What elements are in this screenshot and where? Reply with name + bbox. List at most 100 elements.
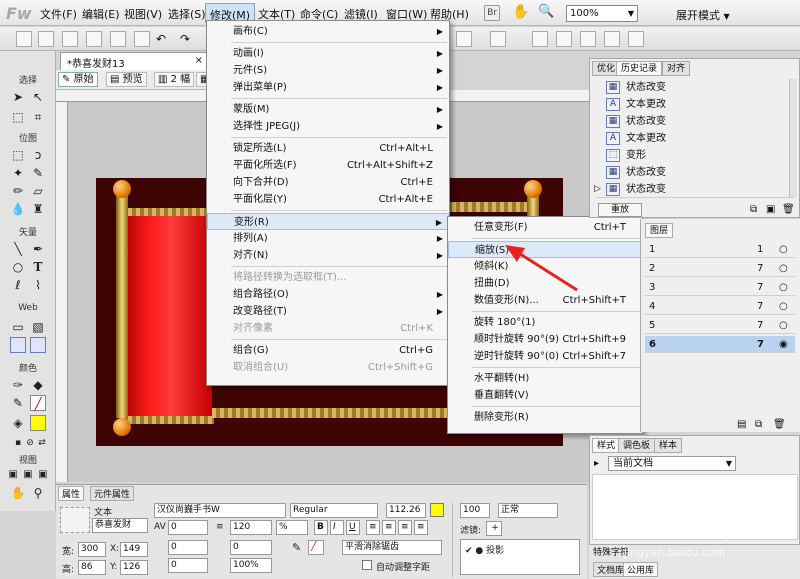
rectangle-icon[interactable]: ○ (10, 259, 26, 275)
menu-item[interactable]: 改变路径(T) ▶ (207, 303, 449, 320)
menu-item[interactable]: 旋转 180°(1) (448, 314, 642, 331)
y-field[interactable]: 126 (120, 560, 148, 575)
blend-mode-select[interactable]: 正常 (498, 503, 558, 518)
freeform-icon[interactable]: ℓ (10, 277, 26, 293)
italic-button[interactable]: I (330, 520, 344, 535)
align-left-icon[interactable]: ≡ (366, 520, 380, 535)
history-item[interactable]: ▦ 状态改变 (604, 79, 788, 96)
eraser-icon[interactable]: ▱ (30, 183, 46, 199)
history-item[interactable]: ▦ 状态改变 (604, 181, 788, 198)
indent-field[interactable]: 0 (168, 540, 208, 555)
view-original-button[interactable]: ✎ 原始 (58, 72, 98, 87)
text-tool-icon[interactable]: T (30, 259, 46, 275)
clear-history-icon[interactable]: 🗑 (782, 204, 795, 215)
ungroup-icon[interactable] (556, 31, 572, 47)
tab-symbol-properties[interactable]: 元件属性 (90, 486, 135, 501)
zoom-icon[interactable]: 🔍 (538, 5, 554, 21)
view-preview-button[interactable]: ▤ 预览 (106, 72, 147, 87)
group-icon[interactable] (532, 31, 548, 47)
open-icon[interactable] (38, 31, 54, 47)
show-slices-icon[interactable] (30, 337, 46, 353)
menu-item[interactable]: 垂直翻转(V) (448, 387, 642, 404)
menu-item[interactable]: 编辑(E) (82, 6, 120, 22)
menu-item[interactable]: 删除变形(R) (448, 409, 642, 426)
menu-item[interactable]: 对齐(N) ▶ (207, 247, 449, 264)
kerning-field[interactable]: 0 (168, 520, 208, 535)
stroke-swatch[interactable]: ╱ (308, 540, 324, 555)
text-color-swatch[interactable] (430, 503, 444, 517)
duplicate-layer-icon[interactable]: ⧉ (755, 419, 762, 430)
tab-history[interactable]: 历史记录 (616, 61, 663, 76)
bridge-icon[interactable]: Br (484, 5, 500, 21)
brush-icon[interactable]: ✎ (30, 165, 46, 181)
hotspot-icon[interactable]: ▭ (10, 319, 26, 335)
history-item[interactable]: ▦ 状态改变 (604, 164, 788, 181)
opacity-field[interactable]: 100 (460, 503, 490, 518)
standard-screen-icon[interactable]: ▣ (6, 467, 20, 483)
menu-item[interactable]: 排列(A) ▶ (207, 230, 449, 247)
menu-item[interactable]: 选择性 JPEG(J) ▶ (207, 118, 449, 135)
import-icon[interactable] (86, 31, 102, 47)
menu-item[interactable]: 元件(S) ▶ (207, 62, 449, 79)
auto-kern-checkbox[interactable] (362, 560, 372, 570)
undo-icon[interactable]: ↶ (156, 31, 172, 47)
blur-icon[interactable]: 💧 (10, 201, 26, 217)
swap-colors-icon[interactable]: ⇄ (34, 435, 50, 451)
knife-icon[interactable]: ⌇ (30, 277, 46, 293)
antialias-select[interactable]: 平滑消除锯齿 (342, 540, 442, 555)
redo-icon[interactable]: ↷ (180, 31, 196, 47)
menu-item[interactable]: 变形(R) ▶ (207, 213, 449, 230)
menu-item[interactable]: 画布(C) ▶ (207, 23, 449, 40)
filter-item[interactable]: ✔ ● 投影 (465, 543, 504, 556)
menu-item[interactable]: 逆时针旋转 90°(0) Ctrl+Shift+7 (448, 348, 642, 365)
font-size-field[interactable]: 112.26 (386, 503, 426, 518)
tab-properties[interactable]: 属性 (58, 486, 85, 501)
align-icon[interactable] (456, 31, 472, 47)
menu-item[interactable]: 组合路径(O) ▶ (207, 286, 449, 303)
hand-tool-icon[interactable]: ✋ (10, 485, 26, 501)
add-filter-button[interactable]: + (486, 521, 502, 536)
menu-item[interactable]: 视图(V) (124, 6, 162, 22)
object-name-field[interactable]: 恭喜发财 (92, 518, 148, 533)
workspace-switcher[interactable]: 展开模式 ▼ (676, 7, 730, 23)
fill-color-swatch[interactable] (30, 415, 46, 431)
menu-item[interactable]: 向下合并(D) Ctrl+E (207, 174, 449, 191)
pointer-icon[interactable]: ➤ (10, 89, 26, 105)
tab-common-library[interactable]: 公用库 (623, 562, 659, 577)
full-screen-menus-icon[interactable]: ▣ (21, 467, 35, 483)
new-document-icon[interactable] (16, 31, 32, 47)
baseline-field[interactable]: 0 (168, 558, 208, 573)
leading-unit-select[interactable]: % (276, 520, 308, 535)
export-icon[interactable] (110, 31, 126, 47)
crop-icon[interactable]: ⌗ (30, 109, 46, 125)
scale-icon[interactable]: ⬚ (10, 109, 26, 125)
lasso-icon[interactable]: ↄ (30, 147, 46, 163)
height-field[interactable]: 86 (78, 560, 106, 575)
leading-field[interactable]: 120 (230, 520, 272, 535)
distribute-icon[interactable] (490, 31, 506, 47)
font-family-select[interactable]: 汉仪尚巍手书W (154, 503, 286, 518)
history-item[interactable]: A 文本更改 (604, 96, 788, 113)
menu-item[interactable]: 平面化层(Y) Ctrl+Alt+E (207, 191, 449, 208)
underline-button[interactable]: U (346, 520, 360, 535)
x-field[interactable]: 149 (120, 542, 148, 557)
subselect-icon[interactable]: ↖ (30, 89, 46, 105)
stroke-color-swatch[interactable]: ╱ (30, 395, 46, 411)
magic-wand-icon[interactable]: ✦ (10, 165, 26, 181)
marquee-icon[interactable]: ⬚ (10, 147, 26, 163)
layer-radio-icon[interactable]: ○ (779, 298, 788, 315)
new-layer-icon[interactable]: ▤ (737, 419, 746, 430)
hide-slices-icon[interactable] (10, 337, 26, 353)
tab-swatches[interactable]: 调色板 (618, 438, 656, 453)
zoom-select[interactable]: 100% ▼ (566, 5, 638, 22)
document-select[interactable]: 当前文档 ▼ (608, 456, 736, 471)
align-center-icon[interactable]: ≡ (382, 520, 396, 535)
tab-samples[interactable]: 样本 (654, 438, 683, 453)
arrange-icon[interactable] (580, 31, 596, 47)
menu-item[interactable]: 水平翻转(H) (448, 370, 642, 387)
history-item[interactable]: A 文本更改 (604, 130, 788, 147)
hand-icon[interactable]: ✋ (512, 5, 529, 21)
layer-row[interactable]: 3 7 ○ (645, 279, 795, 296)
tab-align[interactable]: 对齐 (662, 61, 691, 76)
pencil-icon[interactable]: ✏ (10, 183, 26, 199)
